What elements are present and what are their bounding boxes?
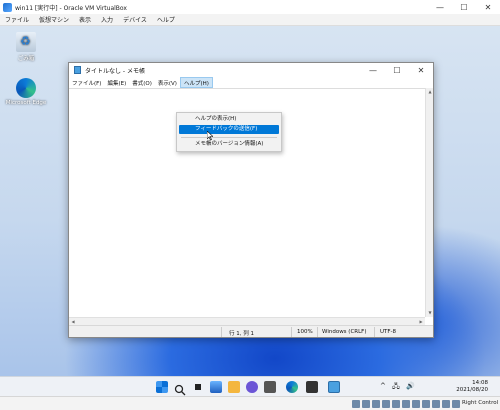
hard-disk-icon[interactable] <box>352 400 360 408</box>
notepad-taskbar-icon[interactable] <box>328 381 340 393</box>
notepad-menu-file[interactable]: ファイル(F) <box>69 77 104 88</box>
scroll-down-icon[interactable]: ▼ <box>426 309 434 317</box>
clock-time: 14:08 <box>472 380 488 386</box>
notepad-menu-bar: ファイル(F) 編集(E) 書式(O) 表示(V) ヘルプ(H) <box>69 77 433 88</box>
status-zoom: 100% <box>297 329 313 335</box>
status-line-ending: Windows (CRLF) <box>322 329 367 335</box>
chat-icon[interactable] <box>246 381 258 393</box>
virtualbox-icon <box>3 2 12 12</box>
edge-icon <box>16 78 36 98</box>
vbox-menu-file[interactable]: ファイル <box>0 15 34 24</box>
vbox-menu-machine[interactable]: 仮想マシン <box>34 15 74 24</box>
status-encoding: UTF-8 <box>380 329 397 335</box>
vbox-menu-help[interactable]: ヘルプ <box>152 15 180 24</box>
cpu-icon[interactable] <box>432 400 440 408</box>
vbox-maximize-button[interactable]: ☐ <box>452 0 476 14</box>
desktop-icon-edge[interactable]: Microsoft Edge <box>2 78 50 106</box>
menu-item-send-feedback[interactable]: フィードバックの送信(F) <box>179 125 279 134</box>
menu-item-view-help[interactable]: ヘルプの表示(H) <box>179 115 279 124</box>
notepad-menu-view[interactable]: 表示(V) <box>155 77 180 88</box>
status-divider <box>291 327 292 337</box>
status-divider <box>374 327 375 337</box>
vbox-close-button[interactable]: ✕ <box>476 0 500 14</box>
settings-icon[interactable] <box>264 381 276 393</box>
mouse-integration-icon[interactable] <box>442 400 450 408</box>
vbox-menu-input[interactable]: 入力 <box>96 15 118 24</box>
taskbar: ^ 🖧 🔊 14:08 2021/08/20 <box>0 376 500 396</box>
vbox-minimize-button[interactable]: — <box>428 0 452 14</box>
notepad-menu-help[interactable]: ヘルプ(H) <box>179 77 213 88</box>
file-explorer-icon[interactable] <box>228 381 240 393</box>
widgets-icon[interactable] <box>210 381 222 393</box>
start-button-icon[interactable] <box>156 381 168 393</box>
keyboard-icon[interactable] <box>452 400 460 408</box>
mouse-pointer-icon <box>207 131 213 140</box>
horizontal-scrollbar[interactable]: ◀ ▶ <box>69 317 425 325</box>
desktop-icon-label: Microsoft Edge <box>5 100 47 106</box>
search-icon[interactable] <box>174 381 186 396</box>
taskbar-clock[interactable]: 14:08 2021/08/20 <box>456 380 488 394</box>
notepad-minimize-button[interactable]: — <box>361 63 385 77</box>
desktop-icon-label: ごみ箱 <box>17 56 35 62</box>
task-view-icon[interactable] <box>192 381 204 393</box>
vbox-status-bar: Right Control <box>0 396 500 410</box>
shared-folder-icon[interactable] <box>402 400 410 408</box>
notepad-title: タイトルなし - メモ帳 <box>85 67 145 75</box>
notepad-maximize-button[interactable]: ☐ <box>385 63 409 77</box>
help-dropdown-menu: ヘルプの表示(H) フィードバックの送信(F) メモ帳のバージョン情報(A) <box>176 112 282 152</box>
status-divider <box>317 327 318 337</box>
network-icon[interactable]: 🖧 <box>392 382 400 393</box>
host-key-label: Right Control <box>462 400 499 406</box>
notepad-menu-format[interactable]: 書式(O) <box>129 77 155 88</box>
clock-date: 2021/08/20 <box>456 387 488 393</box>
vbox-title-bar: win11 [実行中] - Oracle VM VirtualBox — ☐ ✕ <box>0 0 500 14</box>
notepad-close-button[interactable]: ✕ <box>409 63 433 77</box>
optical-drive-icon[interactable] <box>362 400 370 408</box>
vbox-window-title: win11 [実行中] - Oracle VM VirtualBox <box>15 4 127 12</box>
desktop-icon-recycle-bin[interactable]: ごみ箱 <box>2 32 50 62</box>
menu-separator <box>181 137 277 138</box>
status-divider <box>221 327 222 337</box>
recording-icon[interactable] <box>422 400 430 408</box>
volume-icon[interactable]: 🔊 <box>406 382 415 390</box>
vertical-scrollbar[interactable]: ▲ ▼ <box>425 88 433 317</box>
vbox-menu-bar: ファイル 仮想マシン 表示 入力 デバイス ヘルプ <box>0 14 500 26</box>
status-cursor-position: 行 1, 列 1 <box>229 331 254 337</box>
store-icon[interactable] <box>306 381 318 393</box>
notepad-status-bar: 行 1, 列 1 100% Windows (CRLF) UTF-8 <box>69 325 433 337</box>
scroll-up-icon[interactable]: ▲ <box>426 88 434 96</box>
network-adapter-icon[interactable] <box>382 400 390 408</box>
vbox-menu-view[interactable]: 表示 <box>74 15 96 24</box>
notepad-icon <box>74 66 81 74</box>
menu-item-about-notepad[interactable]: メモ帳のバージョン情報(A) <box>179 140 279 149</box>
edge-taskbar-icon[interactable] <box>286 381 298 393</box>
usb-icon[interactable] <box>392 400 400 408</box>
audio-icon[interactable] <box>372 400 380 408</box>
notepad-menu-edit[interactable]: 編集(E) <box>104 77 129 88</box>
notepad-window: タイトルなし - メモ帳 — ☐ ✕ ファイル(F) 編集(E) 書式(O) 表… <box>68 62 434 338</box>
show-hidden-icons-icon[interactable]: ^ <box>380 382 386 390</box>
recycle-bin-icon <box>16 32 36 52</box>
vbox-menu-devices[interactable]: デバイス <box>118 15 152 24</box>
notepad-title-bar: タイトルなし - メモ帳 — ☐ ✕ <box>69 63 433 77</box>
display-icon[interactable] <box>412 400 420 408</box>
